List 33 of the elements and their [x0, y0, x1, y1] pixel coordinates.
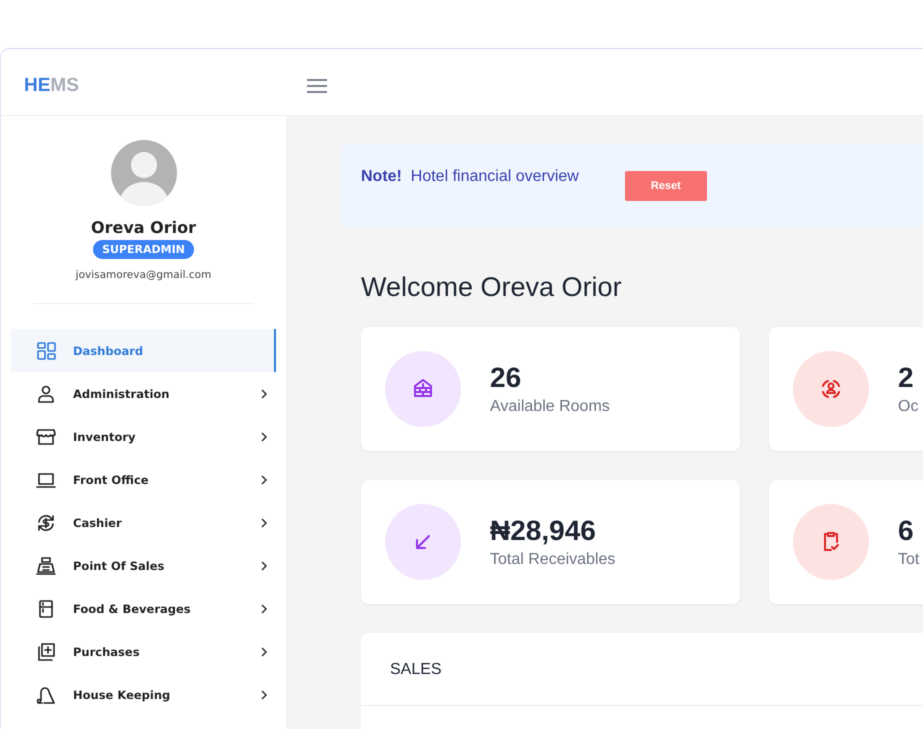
app-logo: HEMS [24, 75, 79, 96]
stat-value: 6 [898, 515, 915, 547]
stat-label: Total Receivables [490, 551, 616, 569]
sales-title: SALES [389, 660, 443, 680]
role-badge: SUPERADMIN [93, 240, 194, 259]
sidebar-item[interactable]: Cashier [11, 501, 276, 544]
sidebar-item[interactable]: Purchases [11, 630, 276, 673]
fridge-icon [36, 598, 56, 618]
sidebar-item[interactable]: Food & Beverages [11, 587, 276, 630]
sidebar-item[interactable]: Administration [11, 372, 276, 415]
dashboard-icon [36, 340, 56, 360]
stat-value: ₦28,946 [490, 515, 597, 547]
cash-register-icon [36, 556, 56, 576]
sidebar-item[interactable]: Dashboard [11, 329, 276, 372]
vacuum-icon [36, 684, 56, 704]
sidebar-item[interactable]: Point Of Sales [11, 544, 276, 587]
add-square-icon [36, 642, 56, 662]
stat-value: 2 [898, 362, 915, 394]
stat-label: Tot [898, 551, 920, 569]
stat-label: Available Rooms [490, 398, 610, 416]
note-text: Note! Hotel financial overview [361, 168, 579, 186]
user-email: jovisamoreva@gmail.com [76, 269, 212, 281]
welcome-heading: Welcome Oreva Orior [361, 271, 623, 304]
stat-label: Oc [898, 398, 918, 416]
sidebar-item[interactable]: Inventory [11, 415, 276, 458]
user-name: Oreva Orior [91, 218, 196, 237]
stat-value: 26 [490, 362, 522, 394]
sidebar-item[interactable]: Front Office [11, 458, 276, 501]
storefront-icon [36, 426, 56, 446]
sidebar-item[interactable]: House Keeping [11, 673, 276, 716]
person-icon [36, 384, 56, 404]
currency-exchange-icon [36, 512, 56, 532]
menu-icon[interactable] [306, 78, 328, 94]
